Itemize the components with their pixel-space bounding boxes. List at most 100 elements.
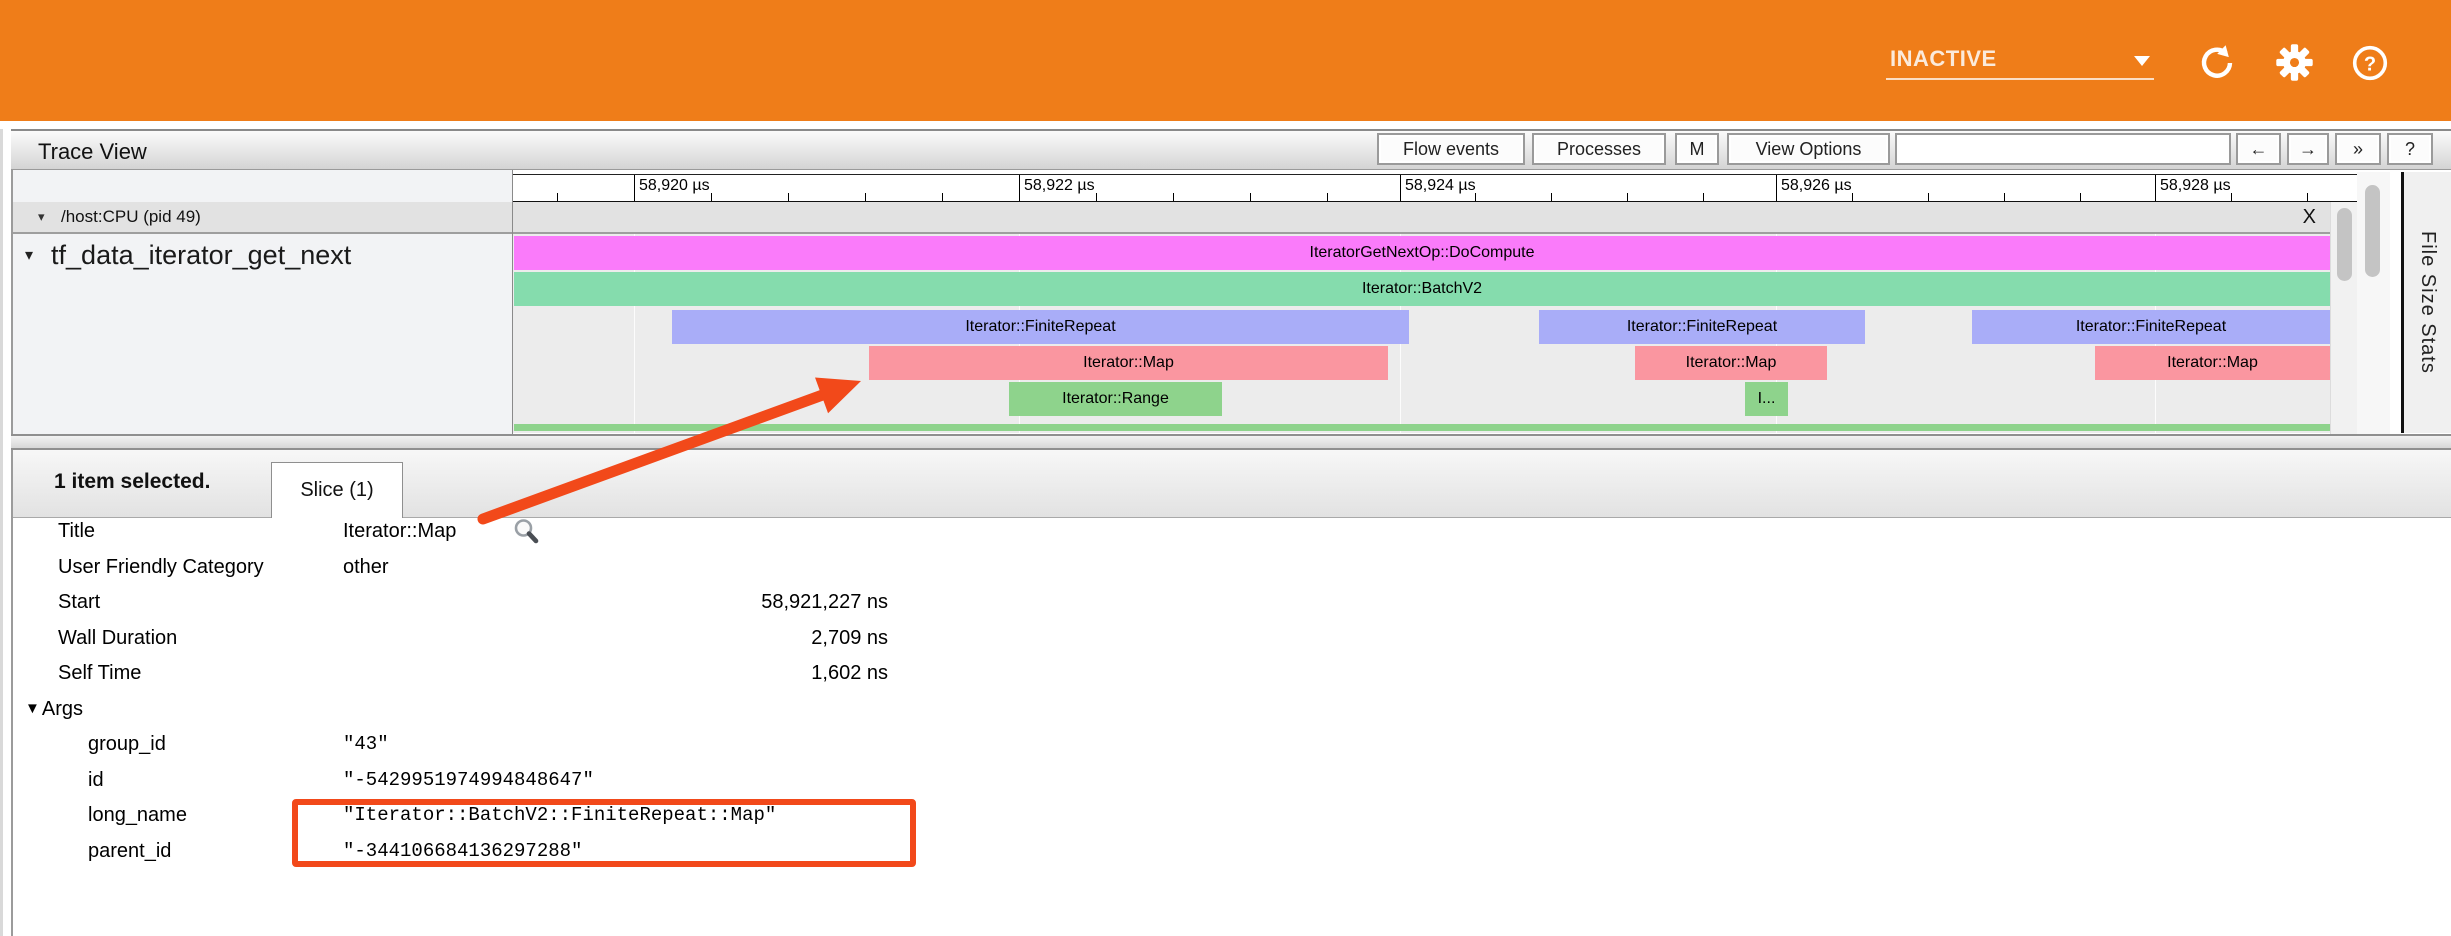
- run-selector-value: INACTIVE: [1890, 46, 1997, 72]
- details-row: Self Time 1,602 ns: [13, 662, 2451, 692]
- timeline-events[interactable]: IteratorGetNextOp::DoComputeIterator::Ba…: [513, 234, 2330, 433]
- file-size-stats-label: File Size Stats: [2416, 231, 2439, 374]
- trace-slice[interactable]: Iterator::FiniteRepeat: [1972, 310, 2330, 344]
- gear-icon[interactable]: [2274, 42, 2315, 83]
- trace-slice[interactable]: Iterator::Map: [1635, 346, 1827, 380]
- details-field-value: 2,709 ns: [343, 627, 888, 650]
- arg-key: long_name: [88, 804, 187, 827]
- thread-track-label[interactable]: ▾tf_data_iterator_get_next: [25, 240, 351, 271]
- trace-slice[interactable]: Iterator::FiniteRepeat: [672, 310, 1409, 344]
- ruler-minor-tick: [557, 193, 558, 201]
- find-input[interactable]: [1895, 133, 2231, 165]
- details-field-value: 1,602 ns: [343, 662, 888, 685]
- details-row: parent_id "-344106684136297288": [13, 840, 2451, 870]
- ruler-major-tick: [1400, 175, 1401, 201]
- more-tools-button[interactable]: »: [2335, 133, 2381, 165]
- ruler-minor-tick: [2080, 193, 2081, 201]
- panel-vertical-scrollbar[interactable]: [2357, 172, 2390, 434]
- ruler-tick-label: 58,920 µs: [639, 177, 710, 195]
- processes-button[interactable]: Processes: [1532, 133, 1666, 165]
- details-field-value: 58,921,227 ns: [343, 591, 888, 614]
- refresh-icon[interactable]: [2198, 44, 2236, 82]
- trace-slice-label: Iterator::Range: [1062, 390, 1169, 408]
- ruler-minor-tick: [1928, 193, 1929, 201]
- trace-slice-label: Iterator::Map: [2167, 354, 2258, 372]
- details-row: TitleIterator::Map: [13, 520, 2451, 550]
- trace-slice-label: Iterator::FiniteRepeat: [965, 318, 1115, 336]
- ruler-scale: 58,920 µs58,922 µs58,924 µs58,926 µs58,9…: [513, 175, 2357, 201]
- ruler-minor-tick: [1327, 193, 1328, 201]
- ruler-minor-tick: [942, 193, 943, 201]
- trace-slice[interactable]: Iterator::Range: [1009, 382, 1222, 416]
- details-field-label: Start: [58, 591, 100, 614]
- close-track-button[interactable]: X: [2303, 206, 2316, 229]
- collapse-process-icon[interactable]: ▾: [38, 209, 45, 225]
- ruler-minor-tick: [865, 193, 866, 201]
- trace-slice[interactable]: Iterator::BatchV2: [514, 272, 2330, 306]
- timeline-vertical-scrollbar[interactable]: [2330, 202, 2358, 434]
- window-left-edge: [0, 129, 3, 936]
- details-row: Start 58,921,227 ns: [13, 591, 2451, 621]
- trace-slice[interactable]: I...: [1745, 382, 1788, 416]
- svg-text:?: ?: [2364, 53, 2376, 75]
- toolbar-help-button[interactable]: ?: [2387, 133, 2433, 165]
- trace-slice-label: Iterator::FiniteRepeat: [1627, 318, 1777, 336]
- label-timeline-divider: [512, 170, 513, 434]
- details-row: id"-5429951974994848647": [13, 769, 2451, 799]
- ruler-tick-label: 58,922 µs: [1024, 177, 1095, 195]
- trace-slice[interactable]: [514, 424, 2330, 431]
- find-next-button[interactable]: →: [2287, 133, 2329, 165]
- details-row: ▼Args: [13, 698, 2451, 728]
- details-field-label: Self Time: [58, 662, 141, 685]
- tab-slice[interactable]: Slice (1): [271, 462, 403, 518]
- ruler-minor-tick: [1475, 193, 1476, 201]
- process-track-header[interactable]: ▾ /host:CPU (pid 49) X: [13, 202, 2330, 234]
- panel-scrollbar-thumb[interactable]: [2365, 185, 2380, 277]
- args-section-header[interactable]: ▼Args: [25, 698, 83, 721]
- collapse-thread-icon[interactable]: ▾: [25, 247, 33, 264]
- time-ruler[interactable]: 58,920 µs58,922 µs58,924 µs58,926 µs58,9…: [513, 174, 2357, 202]
- ruler-minor-tick: [788, 193, 789, 201]
- trace-slice[interactable]: Iterator::Map: [869, 346, 1388, 380]
- details-field-label: User Friendly Category: [58, 556, 264, 579]
- help-icon[interactable]: ?: [2351, 44, 2389, 82]
- metadata-button[interactable]: M: [1675, 133, 1719, 165]
- slice-details-panel: TitleIterator::MapUser Friendly Category…: [13, 518, 2451, 936]
- trace-slice[interactable]: IteratorGetNextOp::DoCompute: [514, 236, 2330, 270]
- ruler-minor-tick: [711, 193, 712, 201]
- ruler-major-tick: [1776, 175, 1777, 201]
- panel-divider[interactable]: [11, 434, 2451, 450]
- trace-slice-label: Iterator::FiniteRepeat: [2076, 318, 2226, 336]
- trace-viewer-page: INACTIVE ?: [0, 0, 2451, 936]
- trace-slice-label: Iterator::Map: [1686, 354, 1777, 372]
- ruler-tick-label: 58,924 µs: [1405, 177, 1476, 195]
- details-row: Wall Duration2,709 ns: [13, 627, 2451, 657]
- details-row: long_name "Iterator::BatchV2::FiniteRepea…: [13, 804, 2451, 834]
- ruler-minor-tick: [1096, 193, 1097, 201]
- trace-slice-label: Iterator::Map: [1083, 354, 1174, 372]
- ruler-major-tick: [2155, 175, 2156, 201]
- arg-key: group_id: [88, 733, 166, 756]
- ruler-minor-tick: [1551, 193, 1552, 201]
- ruler-minor-tick: [1852, 193, 1853, 201]
- arg-key: id: [88, 769, 104, 792]
- timeline-scrollbar-thumb[interactable]: [2337, 208, 2352, 281]
- chevron-down-icon: [2134, 56, 2150, 66]
- arg-value: "-344106684136297288": [343, 840, 582, 862]
- details-row: User Friendly Categoryother: [13, 556, 2451, 586]
- collapse-args-icon[interactable]: ▼: [25, 700, 40, 717]
- ruler-minor-tick: [1703, 193, 1704, 201]
- arg-value: "Iterator::BatchV2::FiniteRepeat::Map": [343, 804, 776, 826]
- find-prev-button[interactable]: ←: [2236, 133, 2281, 165]
- trace-slice[interactable]: Iterator::FiniteRepeat: [1539, 310, 1865, 344]
- ruler-minor-tick: [2307, 193, 2308, 201]
- file-size-stats-tab[interactable]: File Size Stats: [2401, 172, 2451, 433]
- trace-slice[interactable]: Iterator::Map: [2095, 346, 2330, 380]
- ruler-major-tick: [634, 175, 635, 201]
- view-options-button[interactable]: View Options: [1727, 133, 1890, 165]
- ruler-major-tick: [1019, 175, 1020, 201]
- ruler-minor-tick: [1173, 193, 1174, 201]
- run-selector[interactable]: INACTIVE: [1886, 42, 2154, 80]
- flow-events-button[interactable]: Flow events: [1377, 133, 1525, 165]
- arg-key: parent_id: [88, 840, 171, 863]
